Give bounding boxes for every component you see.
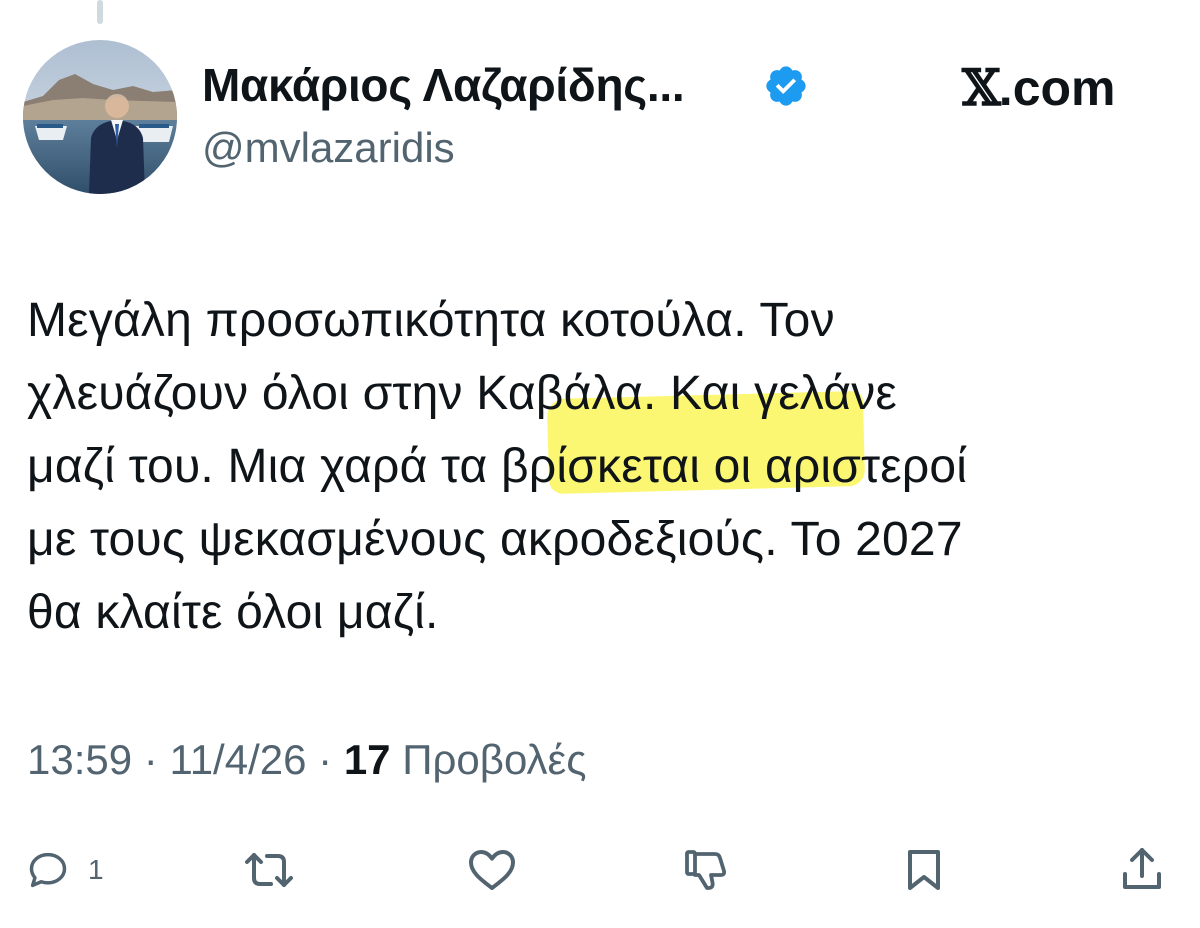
verified-badge-icon [766, 66, 806, 106]
tweet-meta: 13:59 · 11/4/26 · 17 Προβολές [27, 736, 586, 784]
domain-suffix: .com [998, 60, 1116, 116]
dislike-icon [685, 850, 727, 890]
tweet-time[interactable]: 13:59 [27, 736, 132, 783]
tweet-text: Μεγάλη προσωπικότητα κοτούλα. Τον χλευάζ… [27, 284, 1187, 649]
tweet-text-line: χλευάζουν όλοι στην Καβάλα. Και γελάνε [27, 367, 898, 420]
bookmark-button[interactable] [900, 844, 948, 896]
dislike-button[interactable] [682, 844, 730, 896]
author-display-name[interactable]: Μακάριος Λαζαρίδης... [202, 58, 685, 112]
bookmark-icon [908, 850, 940, 890]
avatar-photo [23, 40, 177, 194]
meta-separator: · [318, 736, 333, 783]
reply-button[interactable]: 1 [26, 844, 104, 896]
like-button[interactable] [466, 844, 518, 896]
reply-count: 1 [88, 854, 104, 885]
share-button[interactable] [1118, 844, 1166, 896]
x-com-watermark: 𝕏.com [962, 58, 1116, 117]
views-label[interactable]: Προβολές [402, 736, 586, 783]
like-icon [469, 850, 515, 890]
tweet-text-line: μαζί του. Μια χαρά τα βρίσκεται οι αριστ… [27, 440, 968, 493]
views-count[interactable]: 17 [344, 736, 391, 783]
share-icon [1123, 848, 1161, 889]
tweet-text-line: Μεγάλη προσωπικότητα κοτούλα. Τον [27, 294, 835, 347]
retweet-button[interactable] [240, 844, 298, 896]
author-handle[interactable]: @mvlazaridis [202, 124, 455, 172]
retweet-icon [245, 853, 293, 887]
reply-icon [29, 852, 67, 888]
avatar[interactable] [23, 40, 177, 194]
tweet-date[interactable]: 11/4/26 [169, 736, 306, 783]
x-logo-icon: 𝕏 [962, 58, 1001, 117]
thread-connector-line [97, 0, 103, 24]
tweet-text-line: με τους ψεκασμένους ακροδεξιούς. Το 2027 [27, 513, 963, 566]
tweet-text-line: θα κλαίτε όλοι μαζί. [27, 586, 439, 639]
meta-separator: · [143, 736, 158, 783]
